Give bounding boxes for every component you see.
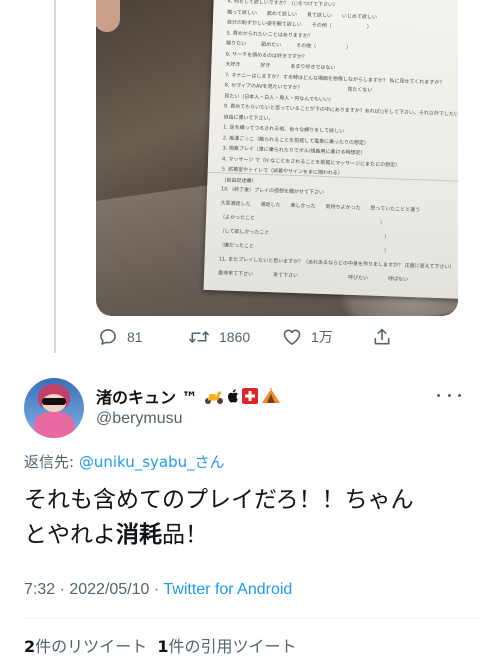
retweet-action[interactable]: 1860 [188,322,250,352]
tweet-text-line-1: それも含めてのプレイだろ！！ちゃん [24,487,414,513]
tweet-photo[interactable]: 4. 何をして欲しいですか？（○をつけて下さい） 触って欲しい 舐めて欲しい 見て… [96,0,458,316]
sheet-line: 4. 何をして欲しいですか？（○をつけて下さい） [227,0,339,9]
author-name-row[interactable]: 渚のキュン ™ [96,384,281,408]
sheet-line: （して欲しかったこと ） [219,228,390,241]
sheet-line: 大変満足した 満足した 楽しかった 気持ちよかった 思っていたことと違う [220,200,421,214]
share-icon [374,328,390,345]
sheet-line: 11. またプレイしたいと思いますか？（あれあるならどの中身を作りましますか？ … [218,256,455,271]
sheet-line: （嫌だったこと ） [218,242,390,255]
sheet-line: 騎りたい 舐めたい その他（ ） [226,40,352,51]
sheet-line: （自由記述欄） [221,176,257,185]
tweet-meta: 7:32 · 2022/05/10 · Twitter for Android [24,581,293,598]
sheet-line: 4. マッサージ で（H なことをされることを前提にマッサージにまたどの想定） [222,155,401,169]
quotes-stat[interactable]: 1件の引用ツイート [157,637,296,656]
tweet-text-bold: 消耗 [116,522,162,548]
tweet-time[interactable]: 7:32 [24,581,55,598]
sheet-line: 2. 痴漢ごっこ（触られることを前提して電車に乗ったりの想定） [222,134,370,146]
more-icon [437,393,440,397]
sheet-line: 10.（終了後）プレイの感想を聞かせて下さい [220,186,325,196]
swiss-flag-emoji [241,388,258,404]
sheet-line: 大好き 好き あまり好きではない [225,61,336,72]
replying-to-prefix: 返信先: [24,453,79,471]
questionnaire-sheet: 4. 何をして欲しいですか？（○をつけて下さい） 触って欲しい 舐めて欲しい 見て… [203,0,458,301]
sheet-line: 自分の恥ずかしい姿を観て欲しい その他（ ） [226,19,372,31]
tweet-source[interactable]: Twitter for Android [163,581,292,598]
like-icon [283,329,301,345]
reply-count: 81 [127,329,143,345]
sheet-line: 触って欲しい 舐めて欲しい 見て欲しい いじめて欲しい [227,8,378,21]
divider [24,618,480,619]
display-name: 渚のキュン ™ [96,388,198,407]
like-count: 1万 [311,329,333,345]
thread-connector-line [54,0,56,353]
sheet-line: 3. 視姦プレイ（車に乗られたりでボル/視姦用に書ける時想定） [222,145,366,157]
replying-to: 返信先: @uniku_syabu_さん [24,451,225,472]
tweet-text-line-2: とやれよ消耗品！ [24,522,208,548]
retweets-stat[interactable]: 2件のリツイート [24,637,147,656]
apple-logo-icon [227,389,238,403]
tweet-action-bar: 81 1860 1万 [96,322,396,352]
name-emojis [204,387,281,405]
like-action[interactable]: 1万 [282,322,333,352]
avatar[interactable] [24,378,84,438]
sheet-line: 6. サーチを頭めるのは好きですか？ [225,50,308,60]
reply-action[interactable]: 81 [98,322,143,352]
sheet-line: （よかったこと ） [219,214,386,227]
replying-to-user-link[interactable]: @uniku_syabu_さん [79,453,225,471]
tweet-stats: 2件のリツイート 1件の引用ツイート [24,633,296,657]
sheet-line: 5. 責めかられたいことはありますか？ [226,29,313,39]
scooter-emoji [204,391,223,404]
reply-icon [100,329,116,345]
more-options-button[interactable] [437,388,461,402]
tent-emoji [261,388,280,403]
retweet-icon [189,331,209,343]
share-action[interactable] [372,322,392,352]
retweet-count: 1860 [219,329,251,345]
user-handle[interactable]: @berymusu [96,410,183,428]
sheet-line: 見たい（日本人・白人・黒人・何なんでもいい） [224,92,335,103]
tweet-date[interactable]: 2022/05/10 [69,581,149,598]
photo-hand [96,0,120,32]
tweet-text: それも含めてのプレイだろ！！ちゃん とやれよ消耗品！ [24,483,464,553]
sheet-line: 1. 足を縛ってつるされる他、色々な縛りをして欲しい [223,124,345,135]
sheet-line: 8. セヴィアのAVを見たいですか？ 見たくない [224,82,373,94]
sheet-line: 是非来て下さい 来て下さい 呼びたい 呼ばない [218,270,409,283]
sheet-line: 自由に書いて下さい。 [223,113,274,122]
